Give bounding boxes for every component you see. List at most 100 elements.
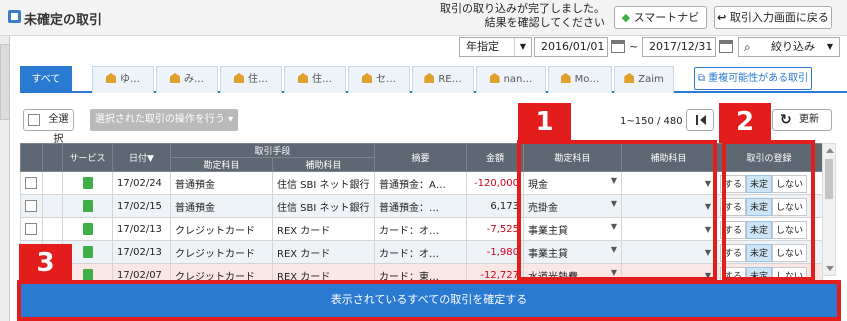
refresh-button[interactable]: ↻ 更新 — [772, 109, 832, 131]
service-cell — [62, 171, 113, 195]
narrow-down-button[interactable]: ⌕ 絞り込み ▼ — [738, 37, 840, 57]
bank-icon — [489, 73, 500, 83]
amount-cell: 6,173 — [466, 194, 525, 218]
refresh-label: 更新 — [799, 114, 819, 125]
select-all-label: 全選択 — [48, 114, 69, 145]
date-cell: 17/02/15 — [112, 194, 171, 218]
tab-account-8[interactable]: Mo… — [548, 66, 612, 93]
duplicate-transactions-button[interactable]: ⧉ 重複可能性がある取引 — [694, 67, 812, 90]
tab-label: ゆ… — [120, 74, 140, 85]
header-method-group: 取引手段 — [169, 143, 376, 158]
bank-icon — [560, 73, 571, 83]
checkbox-icon — [28, 114, 40, 126]
first-page-button[interactable] — [686, 109, 714, 131]
tab-account-1[interactable]: ゆ… — [92, 66, 154, 93]
bulk-operation-button[interactable]: 選択された取引の操作を行う ▾ — [90, 109, 238, 131]
tab-account-3[interactable]: 住… — [220, 66, 282, 93]
duplicate-label: 重複可能性がある取引 — [708, 73, 809, 84]
tab-account-5[interactable]: セ… — [348, 66, 410, 93]
tab-account-2[interactable]: み… — [156, 66, 218, 93]
tab-all[interactable]: すべて — [20, 66, 72, 93]
return-icon: ↩ — [717, 11, 727, 24]
calendar-icon[interactable] — [719, 40, 733, 53]
row-checkbox-cell[interactable] — [20, 171, 43, 195]
return-label: 取引入力画面に戻る — [729, 11, 829, 24]
tab-account-7[interactable]: nan… — [476, 66, 546, 93]
bank-icon — [624, 73, 635, 83]
highlight-box-1 — [517, 140, 717, 281]
account-cell: クレジットカード — [170, 217, 273, 241]
narrow-down-label: 絞り込み — [771, 40, 815, 53]
leaf-icon: ◆ — [621, 11, 631, 24]
amount-cell: -7,525 — [466, 217, 525, 241]
side-tab[interactable] — [0, 44, 10, 120]
calendar-icon[interactable] — [611, 40, 625, 53]
tab-label: Zaim — [638, 74, 664, 85]
tab-account-6[interactable]: RE… — [412, 66, 474, 93]
tab-label: 住… — [312, 74, 332, 85]
return-to-entry-button[interactable]: ↩ 取引入力画面に戻る — [714, 6, 832, 29]
header-sub-account: 補助科目 — [271, 157, 376, 172]
highlight-box-2 — [722, 140, 815, 281]
row-checkbox[interactable] — [25, 223, 37, 235]
smart-navi-button[interactable]: ◆ スマートナビ — [614, 6, 707, 29]
row-checkbox-cell[interactable] — [20, 194, 43, 218]
badge-1: 1 — [518, 103, 571, 143]
header-checkbox — [20, 143, 43, 172]
row-checkbox[interactable] — [25, 177, 37, 189]
bank-icon — [424, 73, 435, 83]
badge-3: 3 — [19, 244, 72, 284]
notice-line-2: 結果を確認してください — [484, 16, 605, 29]
date-to-input[interactable]: 2017/12/31 — [642, 37, 716, 57]
scroll-up-icon[interactable] — [826, 148, 834, 153]
sub-account-cell: 住信 SBI ネット銀行 — [271, 171, 376, 195]
header-date[interactable]: 日付▼ — [112, 143, 171, 172]
notice-line-1: 取引の取り込みが完了しました。 — [440, 2, 605, 15]
description-cell: カード：オ… — [374, 217, 468, 241]
row-spacer — [42, 171, 63, 195]
period-label: 年指定 — [466, 40, 499, 53]
description-cell: 普通預金：A… — [374, 171, 468, 195]
date-cell: 17/02/13 — [112, 240, 171, 264]
header-amount: 金額 — [466, 143, 525, 172]
document-icon — [82, 200, 93, 212]
tab-label: 住… — [248, 74, 268, 85]
header-description: 摘要 — [374, 143, 468, 172]
pagination-status: 1~150 / 480 — [620, 116, 683, 127]
tab-label: Mo… — [574, 74, 600, 85]
ledger-icon — [8, 10, 21, 23]
document-icon — [82, 223, 93, 235]
row-spacer — [42, 217, 63, 241]
select-all-button[interactable]: 全選択 — [23, 109, 74, 145]
tab-account-9[interactable]: Zaim — [614, 66, 674, 93]
smart-navi-label: スマートナビ — [633, 11, 700, 24]
document-icon — [82, 246, 93, 258]
row-checkbox[interactable] — [25, 200, 37, 212]
copy-icon: ⧉ — [697, 73, 709, 84]
bank-icon — [170, 73, 180, 83]
scroll-thumb[interactable] — [825, 159, 833, 199]
amount-cell: -1,980 — [466, 240, 525, 264]
document-icon — [82, 177, 93, 189]
search-icon: ⌕ — [744, 40, 751, 54]
amount-cell: -120,000 — [466, 171, 525, 195]
badge-2: 2 — [719, 103, 771, 143]
highlight-box-3 — [17, 280, 841, 321]
row-checkbox-cell[interactable] — [20, 217, 43, 241]
description-cell: カード：オ… — [374, 240, 468, 264]
date-cell: 17/02/13 — [112, 217, 171, 241]
account-cell: 普通預金 — [170, 171, 273, 195]
scroll-down-icon[interactable] — [826, 266, 834, 271]
tab-account-4[interactable]: 住… — [284, 66, 346, 93]
import-notice: 取引の取り込みが完了しました。 結果を確認してください — [440, 2, 605, 30]
tab-label: み… — [184, 74, 204, 85]
bank-icon — [298, 73, 308, 83]
period-select[interactable]: 年指定 ▼ — [459, 37, 532, 57]
table-scrollbar[interactable] — [822, 143, 836, 276]
date-range-separator: ~ — [629, 40, 639, 53]
account-cell: 普通預金 — [170, 194, 273, 218]
date-from-input[interactable]: 2016/01/01 — [534, 37, 608, 57]
page-title: 未確定の取引 — [24, 13, 103, 28]
account-cell: クレジットカード — [170, 240, 273, 264]
date-cell: 17/02/24 — [112, 171, 171, 195]
